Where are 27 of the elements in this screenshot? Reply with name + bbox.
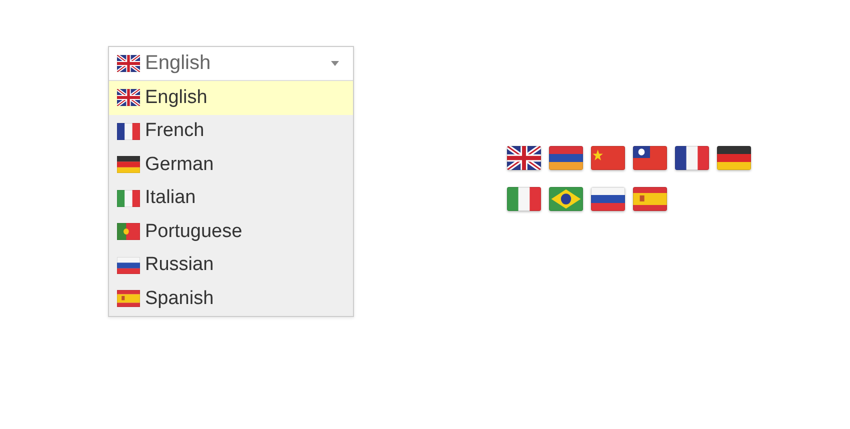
language-option[interactable]: German [109,148,353,182]
flag-icon [549,187,583,211]
flag-icon [633,187,667,211]
flag-icon [591,187,625,211]
language-option[interactable]: English [109,81,353,114]
flag-icon [507,187,541,211]
language-select[interactable]: English [109,47,353,81]
language-option[interactable]: French [109,114,353,148]
language-option[interactable]: Russian [109,248,353,282]
flag-icon [633,146,667,170]
caret-icon [331,61,339,66]
flag-icon [117,290,140,308]
language-option[interactable]: Spanish [109,282,353,316]
flag-icon [117,89,140,106]
flag-icon [117,256,140,274]
flag-icon [549,146,583,170]
flag-icon [591,146,625,170]
flag-icon [117,122,140,140]
flag-icon [117,55,140,72]
flag-icon [675,146,709,170]
flag-icon [117,223,140,240]
flag-icon [117,156,140,174]
language-option[interactable]: Italian [109,182,353,215]
flag-icon [117,190,140,207]
flag-icon [717,146,751,170]
flag-icon [507,146,541,170]
language-option[interactable]: Portuguese [109,215,353,248]
